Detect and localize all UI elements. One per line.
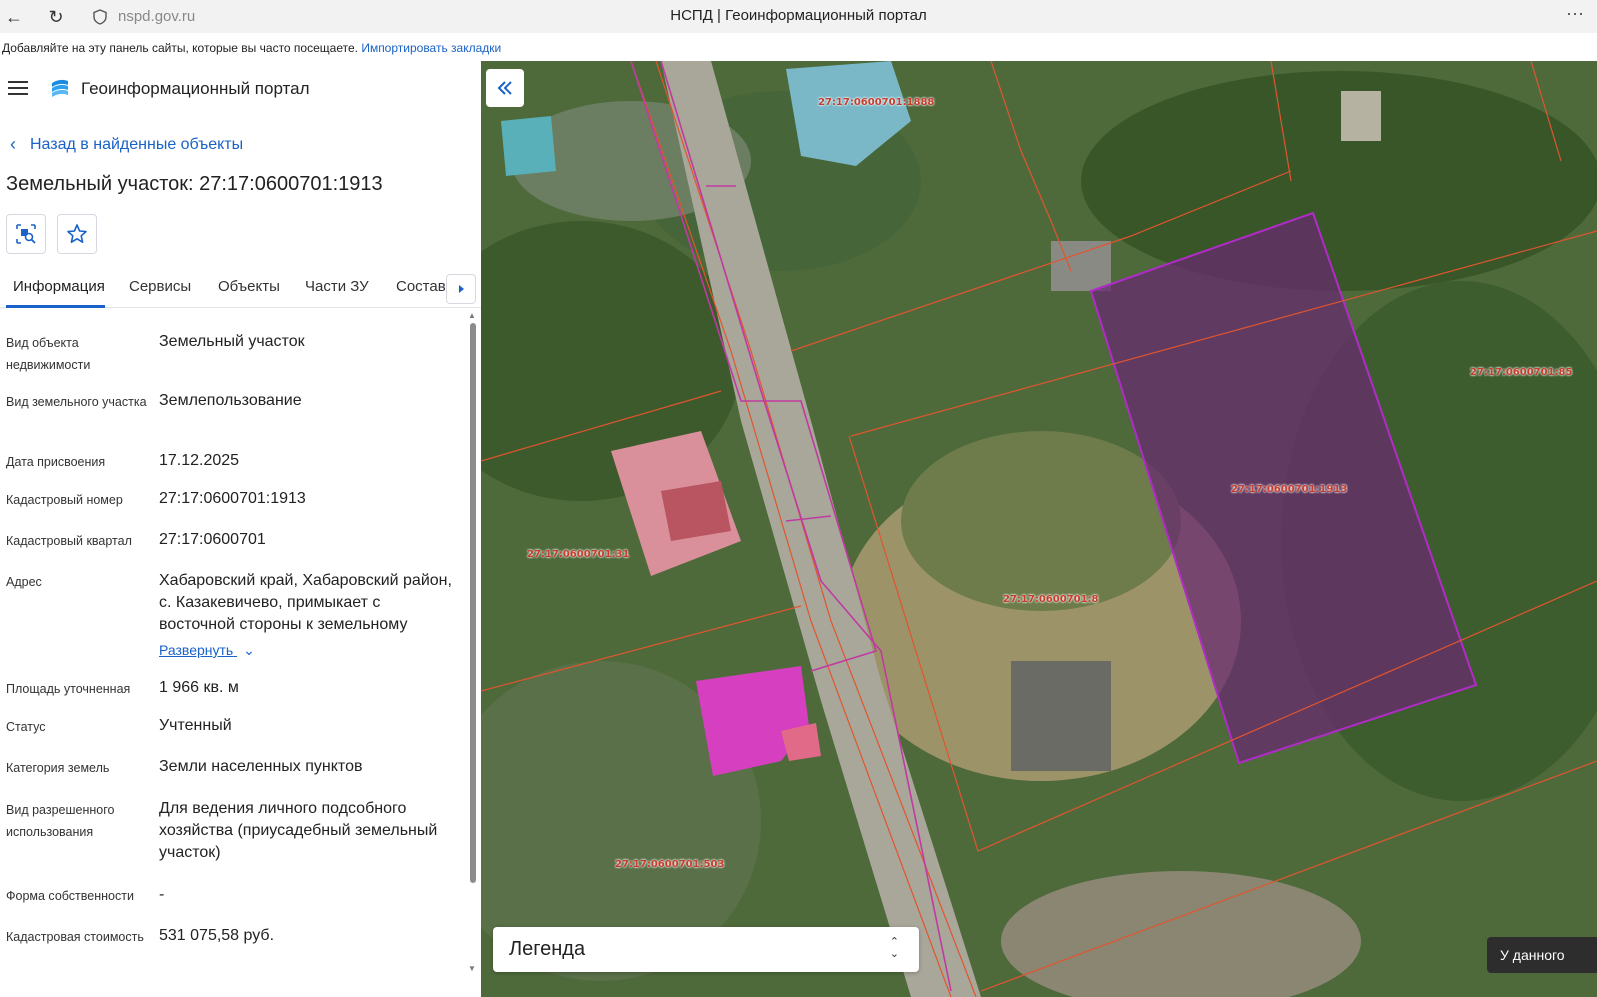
prop-value: - xyxy=(159,886,165,903)
tab-services[interactable]: Сервисы xyxy=(129,278,191,295)
caret-right-icon xyxy=(459,285,464,293)
object-title: Земельный участок: 27:17:0600701:1913 xyxy=(6,173,383,195)
more-icon[interactable]: ⋯ xyxy=(1566,4,1585,25)
bookmarks-bar: Добавляйте на эту панель сайты, которые … xyxy=(0,33,1597,61)
favorite-button[interactable] xyxy=(57,214,97,254)
prop-label: Форма собственности xyxy=(6,889,134,903)
parcel-label-selected: 27:17:0600701:1913 xyxy=(1231,484,1348,495)
tab-objects[interactable]: Объекты xyxy=(218,278,280,295)
bookmarks-text: Добавляйте на эту панель сайты, которые … xyxy=(2,41,358,55)
scroll-up-arrow[interactable]: ▲ xyxy=(468,311,476,320)
collapse-panel-button[interactable] xyxy=(486,69,524,107)
prop-label: Площадь уточненная xyxy=(6,682,131,696)
prop-value: Для ведения личного подсобного хозяйства… xyxy=(159,800,438,861)
scroll-down-arrow[interactable]: ▼ xyxy=(468,964,476,973)
active-tab-indicator xyxy=(6,305,105,308)
tab-composition[interactable]: Состав xyxy=(396,278,446,295)
prop-value-address: Хабаровский край, Хабаровский район, с. … xyxy=(159,572,452,633)
shield-icon xyxy=(93,8,107,25)
menu-icon[interactable] xyxy=(8,81,28,97)
find-on-map-button[interactable] xyxy=(6,214,46,254)
tabs-scroll-right-button[interactable] xyxy=(446,274,476,304)
import-bookmarks-link[interactable]: Импортировать закладки xyxy=(361,41,501,55)
parcel-label: 27:17:0600701:85 xyxy=(1470,367,1573,378)
reload-icon[interactable]: ↻ xyxy=(44,5,68,29)
legend-dropdown[interactable]: Легенда ⌃ ⌄ xyxy=(493,927,919,972)
portal-name: Геоинформационный портал xyxy=(81,79,310,98)
map-view[interactable]: 27:17:0600701:1888 27:17:0600701:85 27:1… xyxy=(481,61,1597,997)
portal-logo-icon xyxy=(52,79,68,97)
prop-label: Кадастровый номер xyxy=(6,493,123,507)
back-to-results-link[interactable]: ‹ Назад в найденные объекты xyxy=(10,134,243,155)
chevron-down-icon: ⌄ xyxy=(243,642,255,658)
tab-parts[interactable]: Части ЗУ xyxy=(305,278,369,295)
parcel-label: 27:17:0600701:1888 xyxy=(818,97,935,108)
prop-label: Вид разрешенного использования xyxy=(6,803,115,839)
prop-label: Кадастровая стоимость xyxy=(6,930,144,944)
prop-label: Вид объекта недвижимости xyxy=(6,336,91,372)
star-icon xyxy=(67,224,87,243)
prop-value: Земли населенных пунктов xyxy=(159,758,363,775)
tab-info[interactable]: Информация xyxy=(13,278,105,295)
prop-value: 1 966 кв. м xyxy=(159,679,239,696)
chevron-left-icon: ‹ xyxy=(10,134,16,154)
prop-value: 531 075,58 руб. xyxy=(159,927,275,944)
map-search-icon xyxy=(16,224,36,244)
notice-button[interactable]: У данного xyxy=(1487,937,1597,973)
prop-value: Земельный участок xyxy=(159,333,305,350)
prop-label: Дата присвоения xyxy=(6,455,106,469)
address-bar[interactable]: nspd.gov.ru xyxy=(82,2,682,31)
browser-toolbar: ← ↻ nspd.gov.ru НСПД | Геоинформационный… xyxy=(0,0,1597,33)
back-arrow-icon[interactable]: ← xyxy=(2,5,26,29)
prop-value: 17.12.2025 xyxy=(159,452,240,469)
expand-label: Развернуть xyxy=(159,642,234,658)
prop-value: Землепользование xyxy=(159,392,302,409)
back-link-label: Назад в найденные объекты xyxy=(30,135,244,153)
prop-label: Кадастровый квартал xyxy=(6,534,132,548)
info-panel: Геоинформационный портал ‹ Назад в найде… xyxy=(0,61,481,997)
legend-label: Легенда xyxy=(509,938,586,960)
prop-value: 27:17:0600701:1913 xyxy=(159,490,306,507)
prop-value: 27:17:0600701 xyxy=(159,531,266,548)
url-text: nspd.gov.ru xyxy=(118,8,196,25)
double-chevron-left-icon xyxy=(497,81,512,95)
prop-label: Статус xyxy=(6,720,46,734)
prop-label: Категория земель xyxy=(6,761,110,775)
tab-bar: Информация Сервисы Объекты Части ЗУ Сост… xyxy=(0,266,481,308)
panel-header: Геоинформационный портал xyxy=(0,61,481,117)
prop-value: Учтенный xyxy=(159,717,232,734)
parcel-label: 27:17:0600701:8 xyxy=(1003,594,1099,605)
prop-label: Вид земельного участка xyxy=(6,395,147,409)
scrollbar-thumb[interactable] xyxy=(470,323,476,883)
prop-label: Адрес xyxy=(6,575,42,589)
parcel-label: 27:17:0600701:31 xyxy=(527,549,630,560)
parcel-label: 27:17:0600701:503 xyxy=(615,859,725,870)
expand-address-link[interactable]: Развернуть ⌄ xyxy=(159,642,255,659)
expand-collapse-icon: ⌃ ⌄ xyxy=(889,936,899,960)
map-imagery xyxy=(481,61,1597,997)
